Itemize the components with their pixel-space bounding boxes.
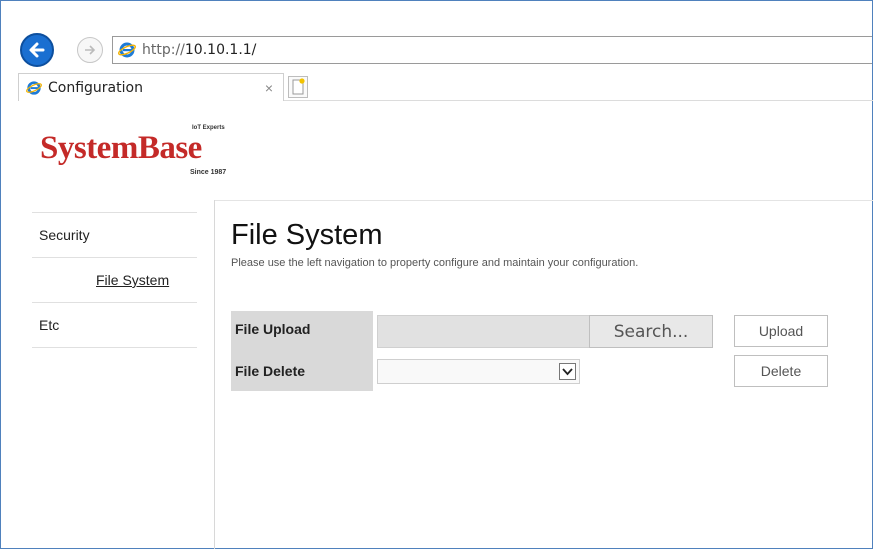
chevron-down-icon[interactable] [559, 363, 576, 380]
address-bar[interactable]: http://10.10.1.1/ [112, 36, 872, 64]
form-label-column: File Upload File Delete [231, 311, 373, 391]
arrow-left-icon [29, 42, 45, 58]
sidebar: Security File System Etc [32, 212, 197, 348]
file-delete-select[interactable] [377, 359, 580, 384]
page-title: File System [231, 219, 383, 251]
address-protocol: http:// [142, 42, 185, 58]
content-divider [214, 200, 873, 201]
tab-title: Configuration [48, 79, 143, 96]
page-description: Please use the left navigation to proper… [231, 257, 639, 269]
address-text: http://10.10.1.1/ [142, 42, 256, 58]
logo-since: Since 1987 [190, 169, 227, 176]
sidebar-item-etc[interactable]: Etc [32, 303, 197, 347]
browser-tab[interactable]: Configuration × [18, 73, 284, 101]
logo-brand: SystemBase [40, 130, 202, 166]
search-button[interactable]: Search... [589, 315, 713, 348]
new-tab-button[interactable] [288, 76, 308, 98]
file-delete-label: File Delete [235, 363, 306, 379]
forward-button[interactable] [77, 37, 103, 63]
new-tab-icon [292, 78, 305, 95]
tab-strip-line [284, 100, 873, 101]
back-button[interactable] [20, 33, 54, 67]
sidebar-divider-line [32, 347, 197, 348]
arrow-right-icon [85, 45, 96, 55]
upload-button[interactable]: Upload [734, 315, 828, 347]
sidebar-item-security[interactable]: Security [32, 213, 197, 257]
systembase-logo: IoT Experts SystemBase Since 1987 [40, 122, 250, 182]
sidebar-item-file-system[interactable]: File System [32, 258, 197, 302]
file-upload-label: File Upload [235, 321, 311, 337]
ie-icon [118, 42, 136, 58]
delete-button[interactable]: Delete [734, 355, 828, 387]
sidebar-divider [214, 200, 215, 549]
ie-icon [26, 80, 42, 95]
tab-close-icon[interactable]: × [265, 80, 273, 96]
file-upload-path-field[interactable] [377, 315, 591, 348]
address-host: 10.10.1.1/ [184, 42, 257, 58]
